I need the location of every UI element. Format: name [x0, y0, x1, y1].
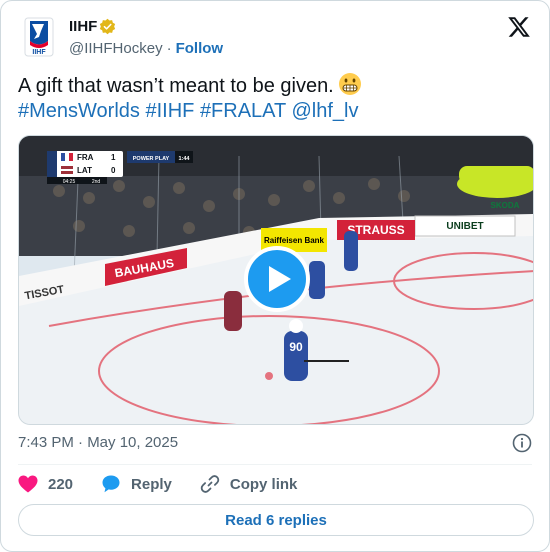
- period-number: 2nd: [92, 179, 101, 185]
- verified-badge-icon: [100, 18, 116, 35]
- x-logo-icon[interactable]: [507, 15, 531, 39]
- play-icon: [268, 266, 291, 292]
- tweet-timestamp[interactable]: 7:43 PM · May 10, 2025: [18, 434, 178, 451]
- reply-label: Reply: [131, 475, 172, 493]
- link-icon: [200, 475, 220, 493]
- copy-link-label: Copy link: [229, 475, 298, 493]
- speech-bubble-icon: [102, 475, 120, 493]
- author-block: IIHF @IIHFHockey · Follow: [69, 17, 223, 57]
- reply-button[interactable]: Reply: [101, 474, 172, 494]
- team1-name: FRA: [77, 153, 94, 162]
- tweet-header: IIHF IIHF @IIHFHockey · Follow: [18, 13, 535, 61]
- team1-score: 1: [111, 153, 116, 162]
- handle-separator: ·: [166, 40, 172, 57]
- play-button[interactable]: [244, 246, 310, 312]
- ad-skoda: SKODA: [491, 201, 520, 210]
- tweet-card: IIHF IIHF @IIHFHockey · Follow A gift th…: [0, 0, 550, 552]
- author-display-name[interactable]: IIHF: [69, 18, 97, 35]
- iihf-logo-avatar[interactable]: IIHF: [18, 16, 60, 58]
- follow-button[interactable]: Follow: [176, 40, 224, 57]
- read-replies-button[interactable]: Read 6 replies: [18, 504, 534, 536]
- team2-name: LAT: [77, 166, 92, 175]
- copy-link-button[interactable]: Copy link: [200, 474, 298, 494]
- hashtag-mensworlds[interactable]: #MensWorlds: [18, 100, 140, 122]
- author-handle[interactable]: @IIHFHockey: [69, 40, 163, 57]
- like-count: 220: [48, 475, 74, 493]
- mention-lhf-lv[interactable]: @lhf_lv: [291, 100, 358, 122]
- info-icon[interactable]: [512, 433, 532, 453]
- tweet-body-text: A gift that wasn’t meant to be given.: [18, 75, 334, 97]
- avatar-logo-text: IIHF: [32, 49, 46, 56]
- power-play-label: POWER PLAY: [133, 156, 170, 162]
- hashtag-iihf[interactable]: #IIHF: [145, 100, 194, 122]
- ad-raiffeisen: Raiffeisen Bank: [264, 236, 325, 245]
- divider: [18, 464, 532, 465]
- heart-icon: [18, 475, 38, 493]
- video-player[interactable]: UNIBET STRAUSS Raiffeisen Bank BAUHAUS T…: [18, 135, 534, 425]
- ad-unibet: UNIBET: [446, 221, 483, 232]
- grimacing-face-emoji-icon: [338, 73, 361, 95]
- action-bar: 220 Reply Copy link: [18, 473, 317, 495]
- hashtag-fralat[interactable]: #FRALAT: [200, 100, 286, 122]
- power-play-time: 1:44: [178, 156, 190, 162]
- tweet-text: A gift that wasn’t meant to be given. #M…: [18, 72, 528, 124]
- team2-score: 0: [111, 166, 116, 175]
- player-number-90: 90: [289, 340, 303, 354]
- like-button[interactable]: 220: [18, 475, 73, 493]
- period-time: 04:25: [63, 179, 76, 185]
